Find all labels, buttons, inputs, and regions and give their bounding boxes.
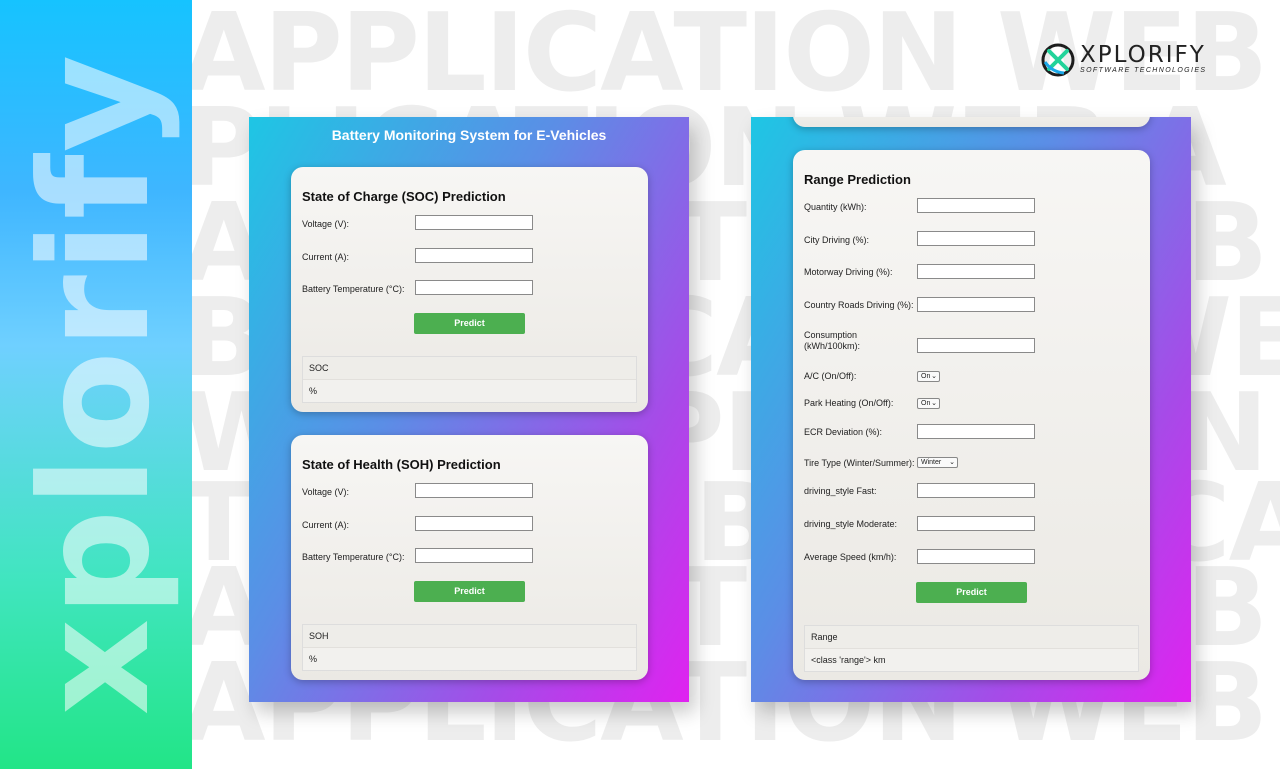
soh-card: State of Health (SOH) Prediction Voltage… (291, 435, 648, 680)
soh-heading: State of Health (SOH) Prediction (302, 457, 501, 472)
ac-label: A/C (On/Off): (804, 371, 857, 381)
soc-result-header: SOC (303, 357, 636, 380)
range-predict-button[interactable]: Predict (916, 582, 1027, 603)
soh-predict-button[interactable]: Predict (414, 581, 525, 602)
city-driving-input[interactable] (917, 231, 1035, 246)
previous-card-edge (793, 117, 1150, 127)
soh-current-input[interactable] (415, 516, 533, 531)
country-roads-input[interactable] (917, 297, 1035, 312)
quantity-input[interactable] (917, 198, 1035, 213)
city-driving-label: City Driving (%): (804, 235, 870, 245)
ac-select-value: On (921, 373, 931, 380)
quantity-label: Quantity (kWh): (804, 202, 867, 212)
soh-voltage-input[interactable] (415, 483, 533, 498)
soc-current-input[interactable] (415, 248, 533, 263)
park-heating-select-value: On (921, 400, 931, 407)
tire-type-select[interactable]: Winter ⌄ (917, 457, 958, 468)
battery-monitoring-panel: Battery Monitoring System for E-Vehicles… (249, 117, 689, 702)
chevron-down-icon: ⌄ (931, 373, 937, 380)
chevron-down-icon: ⌄ (949, 459, 955, 466)
motorway-driving-input[interactable] (917, 264, 1035, 279)
soc-heading: State of Charge (SOC) Prediction (302, 189, 506, 204)
consumption-input[interactable] (917, 338, 1035, 353)
xplorify-logo-icon (1041, 43, 1075, 77)
logo-name: XPLORIFY (1080, 42, 1206, 68)
logo-tagline: SOFTWARE TECHNOLOGIES (1080, 67, 1207, 74)
country-roads-label: Country Roads Driving (%): (804, 300, 914, 310)
range-result-table: Range <class 'range'> km (804, 625, 1139, 672)
soc-current-label: Current (A): (302, 252, 350, 262)
soh-current-label: Current (A): (302, 520, 350, 530)
driving-style-moderate-label: driving_style Moderate: (804, 519, 898, 529)
soh-temperature-label: Battery Temperature (°C): (302, 552, 405, 562)
driving-style-fast-input[interactable] (917, 483, 1035, 498)
soc-predict-button[interactable]: Predict (414, 313, 525, 334)
park-heating-label: Park Heating (On/Off): (804, 398, 894, 408)
range-result-value: <class 'range'> km (811, 655, 886, 665)
soc-temperature-input[interactable] (415, 280, 533, 295)
park-heating-select[interactable]: On ⌄ (917, 398, 940, 409)
range-panel: Range Prediction Quantity (kWh): City Dr… (751, 117, 1191, 702)
soh-result-table: SOH % (302, 624, 637, 671)
soc-temperature-label: Battery Temperature (°C): (302, 284, 405, 294)
soc-card: State of Charge (SOC) Prediction Voltage… (291, 167, 648, 412)
range-card: Range Prediction Quantity (kWh): City Dr… (793, 150, 1150, 680)
ecr-deviation-input[interactable] (917, 424, 1035, 439)
logo: XPLORIFY SOFTWARE TECHNOLOGIES (1040, 40, 1220, 80)
range-result-header: Range (805, 626, 1138, 649)
soc-voltage-input[interactable] (415, 215, 533, 230)
driving-style-fast-label: driving_style Fast: (804, 486, 877, 496)
average-speed-input[interactable] (917, 549, 1035, 564)
soh-result-header: SOH (303, 625, 636, 648)
consumption-label-line2: (kWh/100km): (804, 341, 861, 351)
app-title: Battery Monitoring System for E-Vehicles (331, 127, 607, 143)
brand-strip: xplorify (0, 0, 192, 769)
tire-type-select-value: Winter (921, 459, 942, 466)
range-heading: Range Prediction (804, 172, 911, 187)
soc-voltage-label: Voltage (V): (302, 219, 350, 229)
ac-select[interactable]: On ⌄ (917, 371, 940, 382)
driving-style-moderate-input[interactable] (917, 516, 1035, 531)
brand-vertical-text: xplorify (9, 52, 183, 716)
ecr-deviation-label: ECR Deviation (%): (804, 427, 883, 437)
motorway-driving-label: Motorway Driving (%): (804, 267, 893, 277)
soh-voltage-label: Voltage (V): (302, 487, 350, 497)
soc-result-value: % (309, 386, 318, 396)
soh-result-value: % (309, 654, 318, 664)
soc-result-table: SOC % (302, 356, 637, 403)
soh-temperature-input[interactable] (415, 548, 533, 563)
chevron-down-icon: ⌄ (931, 400, 937, 407)
average-speed-label: Average Speed (km/h): (804, 552, 897, 562)
tire-type-label: Tire Type (Winter/Summer): (804, 458, 915, 468)
